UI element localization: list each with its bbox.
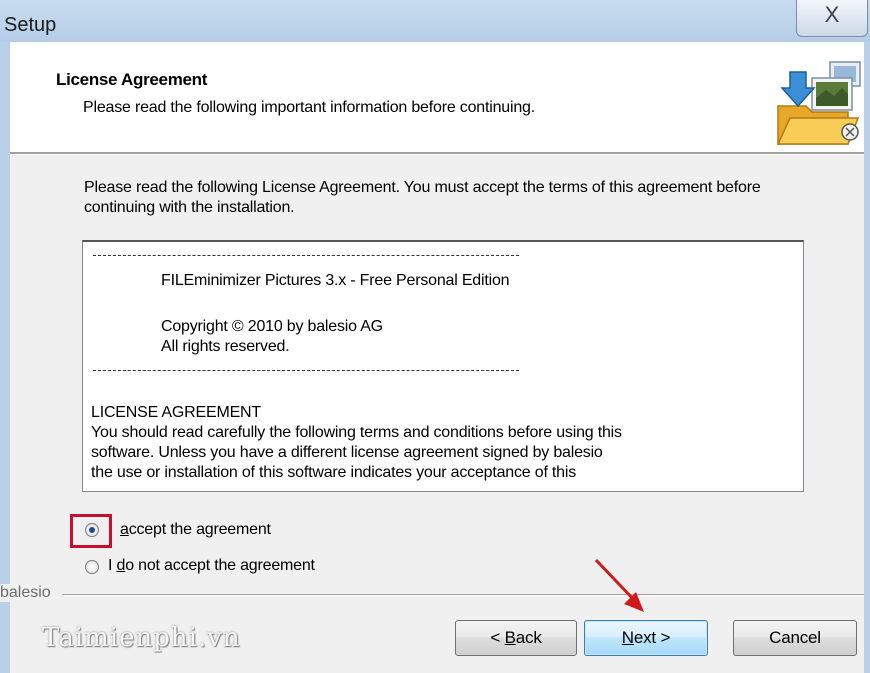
- decline-radio[interactable]: [85, 560, 99, 574]
- page-title: License Agreement: [56, 70, 208, 89]
- license-body-line: the use or installation of this software…: [91, 464, 577, 481]
- license-product-line: FILEminimizer Pictures 3.x - Free Person…: [161, 272, 510, 289]
- installer-folder-icon: [776, 61, 861, 145]
- wizard-header: [10, 42, 864, 152]
- license-body-line: software. Unless you have a different li…: [91, 444, 603, 461]
- license-heading: LICENSE AGREEMENT: [91, 404, 261, 421]
- bottom-separator: [62, 594, 864, 596]
- cancel-button[interactable]: Cancel: [733, 620, 857, 656]
- divider: [93, 370, 519, 371]
- license-body-line: You should read carefully the following …: [91, 424, 622, 441]
- radio-selected-dot: [89, 527, 95, 533]
- window-frame-right: [864, 42, 870, 673]
- window-frame-left: [0, 42, 10, 673]
- divider: [93, 255, 519, 256]
- decline-radio-label[interactable]: I do not accept the agreement: [108, 557, 315, 575]
- next-button[interactable]: Next >: [584, 620, 708, 656]
- page-subtitle: Please read the following important info…: [83, 99, 535, 116]
- window-title: Setup: [4, 14, 57, 36]
- license-textbox[interactable]: FILEminimizer Pictures 3.x - Free Person…: [82, 240, 804, 492]
- license-rights-line: All rights reserved.: [161, 338, 290, 355]
- accept-radio[interactable]: [85, 523, 99, 537]
- accept-radio-label[interactable]: accept the agreement: [120, 521, 271, 539]
- instructions-text: Please read the following License Agreem…: [84, 179, 761, 216]
- brand-label: balesio: [0, 584, 55, 602]
- annotation-arrow-icon: [594, 558, 644, 612]
- close-icon: X: [824, 2, 840, 27]
- license-copyright-line: Copyright © 2010 by balesio AG: [161, 318, 383, 335]
- title-bar[interactable]: [0, 0, 870, 42]
- back-button[interactable]: < Back: [455, 620, 577, 656]
- close-button[interactable]: X: [796, 0, 868, 37]
- watermark-text: Taimienphi.vn: [42, 623, 241, 653]
